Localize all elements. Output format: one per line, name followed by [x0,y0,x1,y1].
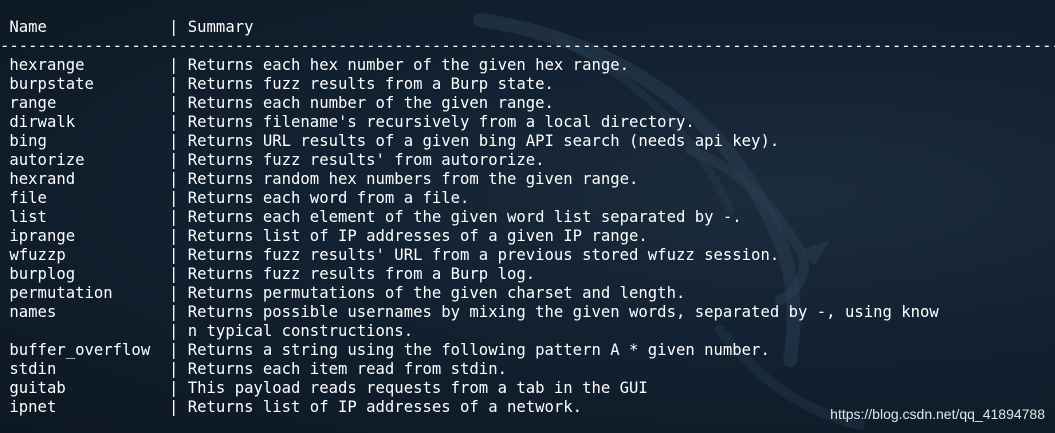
output-line: names | Returns possible usernames by mi… [0,303,939,321]
output-line: range | Returns each number of the given… [0,94,554,112]
output-line: iprange | Returns list of IP addresses o… [0,227,648,245]
output-line: stdin | Returns each item read from stdi… [0,360,507,378]
output-line: hexrange | Returns each hex number of th… [0,56,630,74]
output-header-line: Name | Summary [0,18,254,36]
terminal-window[interactable]: Name | Summary --------------------------… [0,0,1055,433]
output-line: | n typical constructions. [0,322,414,340]
output-line: autorize | Returns fuzz results' from au… [0,151,545,169]
terminal-output: Name | Summary --------------------------… [0,18,1055,417]
output-line: hexrand | Returns random hex numbers fro… [0,170,639,188]
output-line: burpstate | Returns fuzz results from a … [0,75,554,93]
output-line: permutation | Returns permutations of th… [0,284,686,302]
output-line: list | Returns each element of the given… [0,208,742,226]
output-separator-line: ----------------------------------------… [0,37,1055,55]
output-line: dirwalk | Returns filename's recursively… [0,113,695,131]
output-line: buffer_overflow | Returns a string using… [0,341,770,359]
output-line: file | Returns each word from a file. [0,189,470,207]
output-line: burplog | Returns fuzz results from a Bu… [0,265,536,283]
output-line: guitab | This payload reads requests fro… [0,379,648,397]
output-line: wfuzzp | Returns fuzz results' URL from … [0,246,780,264]
csdn-watermark: https://blog.csdn.net/qq_41894788 [830,406,1045,422]
output-line: bing | Returns URL results of a given bi… [0,132,780,150]
